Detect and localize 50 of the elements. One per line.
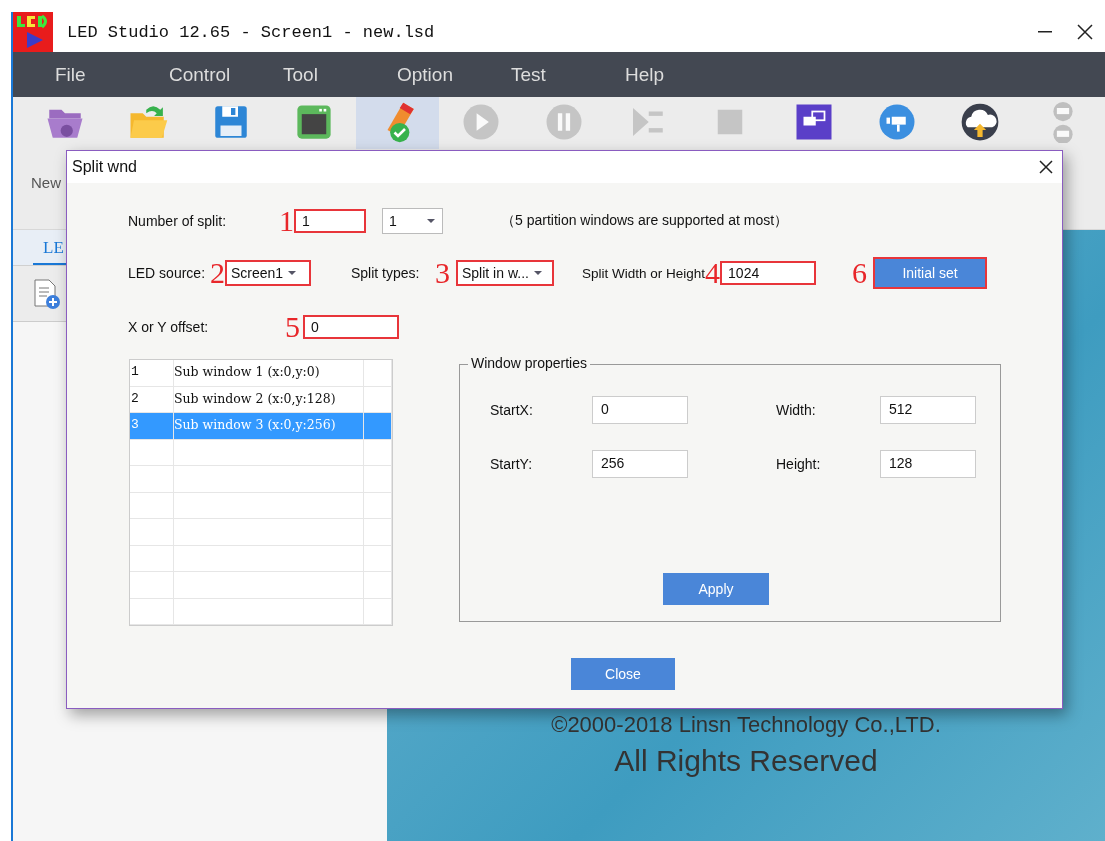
annotation-number: 2 [210, 258, 225, 288]
field-label: Split Width or Height [582, 265, 706, 281]
split-count-dropdown[interactable]: 1 [382, 208, 443, 234]
offset-field[interactable]: 0 [303, 315, 399, 339]
group-legend: Window properties [468, 355, 590, 371]
height-field[interactable]: 128 [880, 450, 976, 478]
minimize-icon [1038, 31, 1052, 33]
menu-item[interactable]: Help [625, 63, 739, 86]
caret-icon [532, 270, 543, 276]
dialog-title: Split wnd [72, 158, 138, 176]
led-source-dropdown[interactable]: Screen1 [225, 260, 311, 286]
field-label: StartX: [489, 402, 534, 418]
menu-item[interactable]: Option [397, 63, 511, 86]
field-label: StartY: [489, 456, 534, 472]
app-logo-icon [13, 12, 53, 52]
window-title: LED Studio 12.65 - Screen1 - new.lsd [67, 22, 436, 42]
width-field[interactable]: 512 [880, 396, 976, 424]
close-dialog-button[interactable]: Close [571, 658, 675, 690]
caret-icon [426, 218, 436, 224]
close-icon [1039, 160, 1053, 174]
menu-item[interactable]: Test [511, 63, 625, 86]
rights-text: All Rights Reserved [614, 744, 878, 778]
toolbar-label: New [31, 174, 62, 191]
split-type-dropdown[interactable]: Split in w... [456, 260, 554, 286]
close-icon [1077, 24, 1093, 40]
field-label: Height: [776, 456, 822, 472]
menu-item[interactable]: Control [169, 63, 283, 86]
menu-item[interactable]: File [55, 63, 169, 86]
split-size-field[interactable]: 1024 [720, 261, 817, 285]
annotation-number: 4 [705, 258, 721, 288]
field-label: Number of split: [128, 213, 228, 229]
field-label: X or Y offset: [128, 319, 210, 335]
start-x-field[interactable]: 0 [592, 396, 688, 424]
split-count-field[interactable]: 1 [294, 209, 366, 233]
hint-text: （5 partition windows are supported at most） [501, 212, 789, 230]
field-label: Width: [776, 402, 817, 418]
annotation-number: 1 [279, 206, 294, 236]
copyright-text: ©2000-2018 Linsn Technology Co.,LTD. [551, 712, 941, 738]
initial-set-button[interactable]: Initial set [873, 257, 988, 289]
annotation-number: 3 [435, 258, 450, 288]
start-y-field[interactable]: 256 [592, 450, 688, 478]
field-label: LED source: [128, 265, 207, 281]
add-document-icon [33, 277, 61, 310]
apply-button[interactable]: Apply [663, 573, 769, 605]
caret-icon [287, 270, 298, 276]
list-row[interactable]: 1 Sub window 1 (x:0,y:0) [130, 360, 392, 387]
annotation-number: 5 [285, 312, 300, 342]
menu-item[interactable]: Tool [283, 63, 397, 86]
annotation-number: 6 [852, 258, 868, 288]
field-label: Split types: [351, 265, 421, 281]
